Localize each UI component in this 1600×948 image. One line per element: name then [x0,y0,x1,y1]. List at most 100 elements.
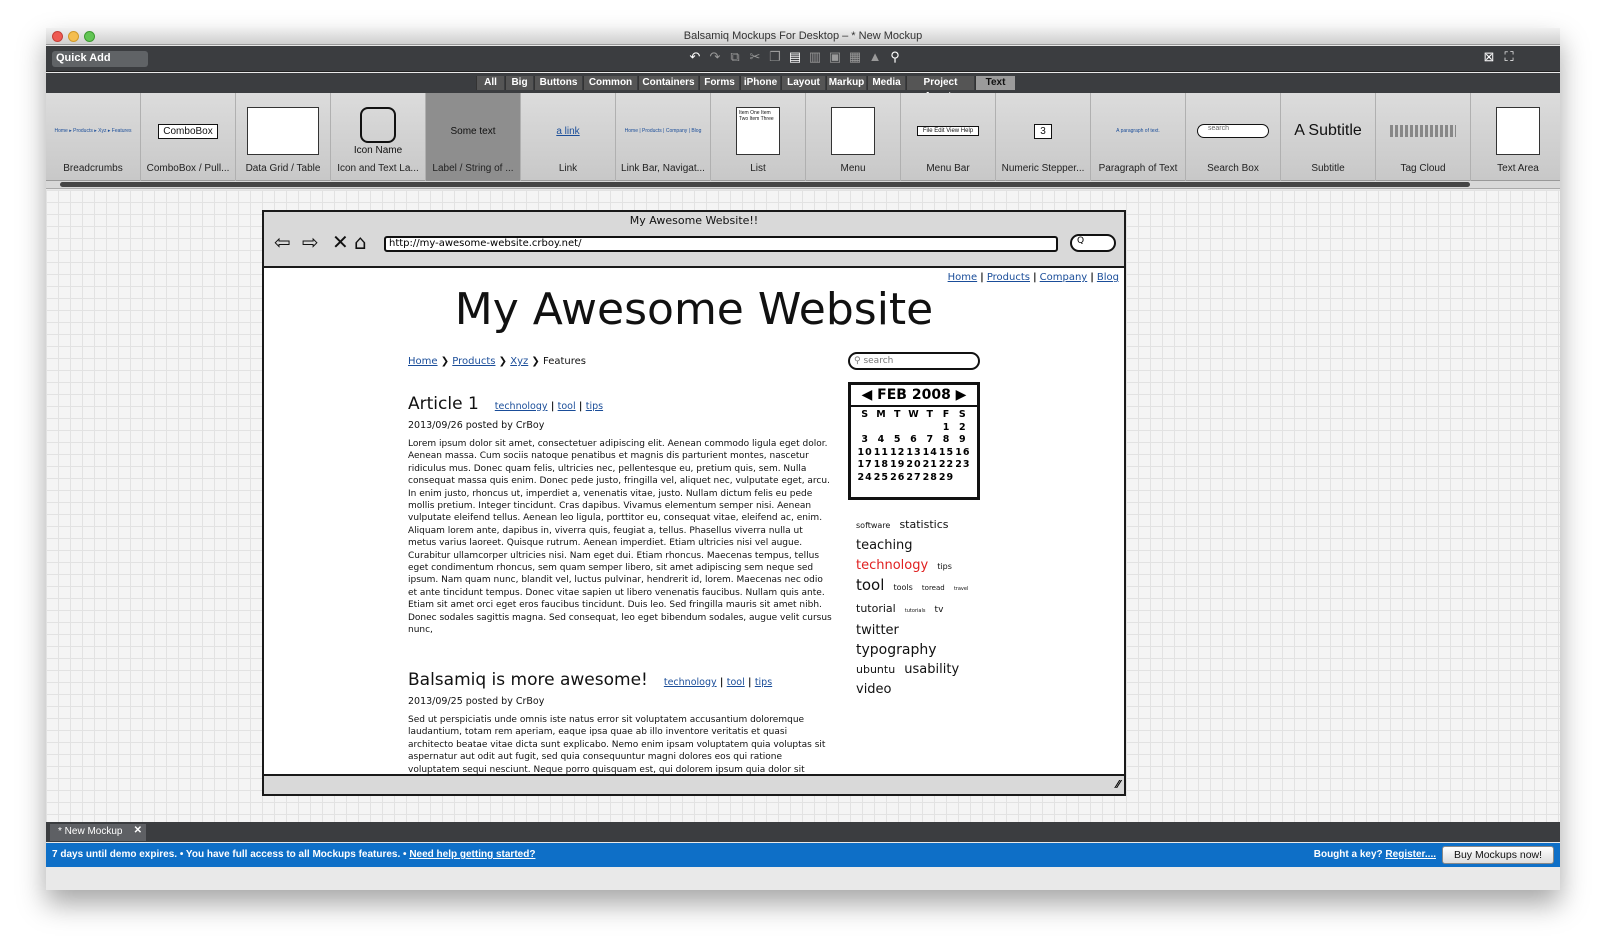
document-tab-label: * New Mockup [58,826,123,837]
undo-icon[interactable]: ↶ [686,49,704,65]
calendar-day: 12 [890,446,906,458]
library-item-label: ComboBox / Pull... [146,163,230,174]
category-tab-all[interactable]: All [476,76,504,90]
tag-separator: | [716,677,727,688]
library-item-label: Icon and Text La... [337,163,419,174]
article: Balsamiq is more awesome! technology | to… [408,670,832,776]
breadcrumb-chevron-icon: ❯ [437,356,453,367]
category-tab-containers[interactable]: Containers [638,76,698,90]
category-tab-text[interactable]: Text [975,76,1015,90]
stop-icon: ✕ [332,230,349,254]
library-item-list[interactable]: Item One Item Two Item Three List [711,93,806,181]
tagcloud-tag: statistics [899,518,949,531]
tag-separator: | [575,401,586,412]
library-item-label: Menu [840,163,866,174]
breadcrumb-chevron-icon: ❯ [528,356,543,367]
icon-thumb [360,107,396,143]
back-arrow-icon: ⇦ [274,230,291,254]
calendar-header: ◀ FEB 2008 ▶ [851,385,977,407]
tagcloud-tag: technology [856,558,929,573]
library-item-breadcrumbs[interactable]: Home ▸ Products ▸ Xyz ▸ Features Breadcru… [46,93,141,181]
article-meta: 2013/09/25 posted by CrBoy [408,696,545,707]
category-bar: All Big Buttons Common Containers Forms iPhone… [46,73,1560,102]
calendar-body: S M T W T F S 1 2 3 4 5 6 7 8 9 10 11 12 13 14 15 16 17 18 19 20 21… [851,407,977,486]
calendar-week: 3456789 [857,434,971,447]
demo-banner: 7 days until demo expires. • You have fu… [46,843,1560,867]
library-item-link[interactable]: a link Link [521,93,616,181]
article-title: Article 1 [408,394,479,414]
fullscreen-icon[interactable]: ⛶ [1500,49,1518,65]
library-item-label-string-of[interactable]: Some text Label / String of ... [426,93,521,181]
document-tab[interactable]: * New Mockup ✕ [50,824,146,841]
library-item-label: Numeric Stepper... [1001,163,1085,174]
browser-status-bar: ⁄⁄ [264,774,1124,794]
library-item-paragraph-of-text[interactable]: A paragraph of text. Paragraph of Text [1091,93,1186,181]
close-tab-icon[interactable]: ✕ [134,825,142,836]
library-item-link-bar-navigat[interactable]: Home | Products | Company | Blog Link Bar… [616,93,711,181]
url-bar: http://my-awesome-website.crboy.net/ [384,236,1058,252]
buy-button[interactable]: Buy Mockups now! [1442,846,1554,864]
browser-chrome: My Awesome Website!! ⇦ ⇨ ✕ ⌂ http://my-a… [264,212,1124,268]
calendar-weekday: F [942,409,951,420]
library-item-data-grid-table[interactable]: Data Grid / Table [236,93,331,181]
browser-window-mockup[interactable]: My Awesome Website!! ⇦ ⇨ ✕ ⌂ http://my-a… [262,210,1126,796]
presentation-icon[interactable]: ⊠ [1480,49,1498,65]
calendar-day [922,422,938,435]
quick-add-input[interactable]: Quick Add [52,51,148,67]
article-tag: technology [494,401,548,412]
category-tab-buttons[interactable]: Buttons [534,76,582,90]
cut-icon[interactable]: ✂ [746,49,764,65]
library-item-numeric-stepper[interactable]: 3 Numeric Stepper... [996,93,1091,181]
library-item-label: Label / String of ... [432,163,514,174]
search-icon[interactable]: ⚲ [886,49,904,65]
redo-icon[interactable]: ↷ [706,49,724,65]
calendar-day [955,472,971,485]
thumb-box [247,107,319,155]
duplicate-icon[interactable]: ⧉ [726,49,744,65]
library-item-search-box[interactable]: search Search Box [1186,93,1281,181]
library-scrollbar-thumb[interactable] [60,182,1470,187]
article-tags: technology | tool | tips [664,677,772,688]
library-item-thumbnail [806,103,900,159]
tagcloud-tag: video [856,682,892,697]
library-item-text-area[interactable]: Text Area [1471,93,1560,181]
copy-icon[interactable]: ❐ [766,49,784,65]
tagcloud-tag: twitter [856,623,899,638]
nav-link-company: Company [1039,272,1088,283]
library-item-icon-and-text-la[interactable]: Icon Name Icon and Text La... [331,93,426,181]
mockup-canvas[interactable]: My Awesome Website!! ⇦ ⇨ ✕ ⌂ http://my-a… [46,190,1560,822]
register-link[interactable]: Register.... [1385,849,1436,860]
calendar-weekday: M [876,409,887,420]
paste-icon[interactable]: ▤ [786,49,804,65]
delete-icon[interactable]: ▥ [806,49,824,65]
library-item-tag-cloud[interactable]: Tag Cloud [1376,93,1471,181]
calendar-day [873,422,889,435]
library-item-combobox-pull[interactable]: ComboBox ComboBox / Pull... [141,93,236,181]
category-tab-layout[interactable]: Layout [781,76,825,90]
tagcloud-tag: tutorials [904,608,926,614]
library-item-subtitle[interactable]: A Subtitle Subtitle [1281,93,1376,181]
category-tab-big[interactable]: Big [505,76,533,90]
category-tab-forms[interactable]: Forms [699,76,739,90]
group-icon[interactable]: ▣ [826,49,844,65]
lock-icon[interactable]: ▲ [866,49,884,64]
article-body: Lorem ipsum dolor sit amet, consectetuer… [408,439,832,636]
library-item-menu-bar[interactable]: File Edit View Help Menu Bar [901,93,996,181]
category-tab-common[interactable]: Common [583,76,637,90]
help-link[interactable]: Need help getting started? [409,849,535,860]
tagcloud-tag: tutorial [856,602,896,615]
ungroup-icon[interactable]: ▦ [846,49,864,65]
category-tab-media[interactable]: Media [867,76,905,90]
library-item-label: Paragraph of Text [1098,163,1178,174]
tag-separator: | [744,677,755,688]
calendar-week: 17 18 19 20 21 22 23 [857,459,971,472]
library-item-menu[interactable]: Menu [806,93,901,181]
thumb-box [831,107,875,155]
article-tag: tips [754,677,773,688]
category-tab-markup[interactable]: Markup [826,76,866,90]
category-tab-iphone[interactable]: iPhone [740,76,780,90]
category-tab-project-assets[interactable]: Project Assets [906,76,974,102]
library-scrollbar[interactable] [46,181,1560,189]
library-item-label: Breadcrumbs [63,163,123,174]
calendar-day: 1 [942,421,951,433]
